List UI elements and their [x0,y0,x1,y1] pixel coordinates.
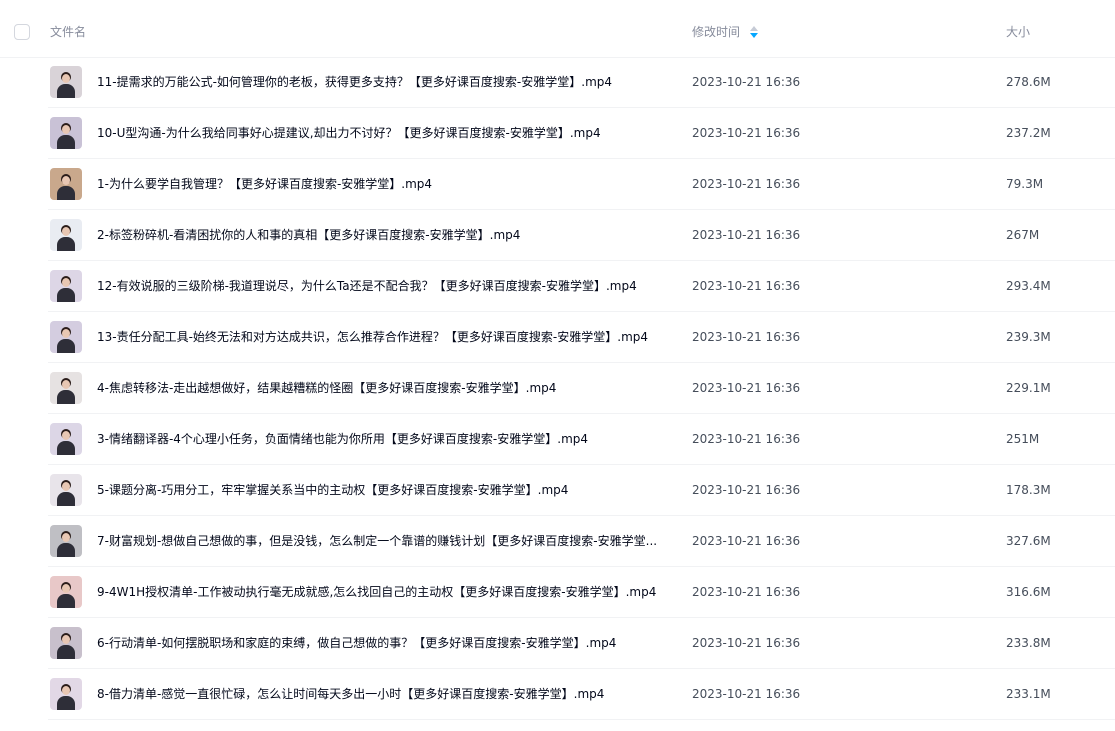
video-thumbnail[interactable] [50,576,82,608]
file-size: 267M [1006,228,1040,242]
video-thumbnail[interactable] [50,627,82,659]
file-name[interactable]: 6-行动清单-如何摆脱职场和家庭的束缚，做自己想做的事？【更多好课百度搜索-安雅… [97,634,663,652]
file-size: 233.8M [1006,636,1051,650]
file-size: 316.6M [1006,585,1051,599]
file-list: 文件名 修改时间 大小 11-提需求的万能公式-如何管理你的老板，获得更多支持？… [0,0,1115,731]
file-row[interactable]: 7-财富规划-想做自己想做的事，但是没钱，怎么制定一个靠谱的赚钱计划【更多好课百… [48,516,1115,567]
name-column-header[interactable]: 文件名 [50,24,86,40]
file-row[interactable]: 8-借力清单-感觉一直很忙碌，怎么让时间每天多出一小时【更多好课百度搜索-安雅学… [48,669,1115,720]
file-name[interactable]: 3-情绪翻译器-4个心理小任务，负面情绪也能为你所用【更多好课百度搜索-安雅学堂… [97,430,663,448]
file-row[interactable]: 11-提需求的万能公式-如何管理你的老板，获得更多支持？【更多好课百度搜索-安雅… [48,57,1115,108]
file-row[interactable]: 2-标签粉碎机-看清困扰你的人和事的真相【更多好课百度搜索-安雅学堂】.mp4 2… [48,210,1115,261]
file-row[interactable]: 5-课题分离-巧用分工，牢牢掌握关系当中的主动权【更多好课百度搜索-安雅学堂】.… [48,465,1115,516]
video-thumbnail[interactable] [50,168,82,200]
file-modified-time: 2023-10-21 16:36 [692,636,801,650]
file-size: 327.6M [1006,534,1051,548]
select-all-checkbox[interactable] [14,24,30,40]
file-modified-time: 2023-10-21 16:36 [692,177,801,191]
file-name[interactable]: 2-标签粉碎机-看清困扰你的人和事的真相【更多好课百度搜索-安雅学堂】.mp4 [97,226,663,244]
file-row[interactable]: 1-为什么要学自我管理？【更多好课百度搜索-安雅学堂】.mp4 2023-10-2… [48,159,1115,210]
file-size: 79.3M [1006,177,1044,191]
size-column-header[interactable]: 大小 [1006,24,1030,40]
video-thumbnail[interactable] [50,117,82,149]
file-size: 251M [1006,432,1040,446]
file-modified-time: 2023-10-21 16:36 [692,585,801,599]
file-name[interactable]: 10-U型沟通-为什么我给同事好心提建议,却出力不讨好？【更多好课百度搜索-安雅… [97,124,663,142]
file-name[interactable]: 8-借力清单-感觉一直很忙碌，怎么让时间每天多出一小时【更多好课百度搜索-安雅学… [97,685,663,703]
file-name[interactable]: 5-课题分离-巧用分工，牢牢掌握关系当中的主动权【更多好课百度搜索-安雅学堂】.… [97,481,663,499]
file-size: 278.6M [1006,75,1051,89]
file-size: 239.3M [1006,330,1051,344]
file-modified-time: 2023-10-21 16:36 [692,483,801,497]
file-modified-time: 2023-10-21 16:36 [692,381,801,395]
file-modified-time: 2023-10-21 16:36 [692,279,801,293]
file-size: 237.2M [1006,126,1051,140]
modified-time-column-header[interactable]: 修改时间 [692,24,740,40]
file-modified-time: 2023-10-21 16:36 [692,534,801,548]
video-thumbnail[interactable] [50,66,82,98]
file-name[interactable]: 4-焦虑转移法-走出越想做好，结果越糟糕的怪圈【更多好课百度搜索-安雅学堂】.m… [97,379,663,397]
file-size: 293.4M [1006,279,1051,293]
sort-descending-icon[interactable] [750,26,758,38]
video-thumbnail[interactable] [50,219,82,251]
file-name[interactable]: 12-有效说服的三级阶梯-我道理说尽，为什么Ta还是不配合我？【更多好课百度搜索… [97,277,663,295]
file-row[interactable]: 12-有效说服的三级阶梯-我道理说尽，为什么Ta还是不配合我？【更多好课百度搜索… [48,261,1115,312]
file-size: 233.1M [1006,687,1051,701]
file-row[interactable]: 4-焦虑转移法-走出越想做好，结果越糟糕的怪圈【更多好课百度搜索-安雅学堂】.m… [48,363,1115,414]
video-thumbnail[interactable] [50,270,82,302]
file-modified-time: 2023-10-21 16:36 [692,687,801,701]
video-thumbnail[interactable] [50,678,82,710]
file-size: 178.3M [1006,483,1051,497]
video-thumbnail[interactable] [50,372,82,404]
video-thumbnail[interactable] [50,525,82,557]
video-thumbnail[interactable] [50,321,82,353]
file-name[interactable]: 7-财富规划-想做自己想做的事，但是没钱，怎么制定一个靠谱的赚钱计划【更多好课百… [97,532,663,550]
file-name[interactable]: 9-4W1H授权清单-工作被动执行毫无成就感,怎么找回自己的主动权【更多好课百度… [97,583,663,601]
file-name[interactable]: 13-责任分配工具-始终无法和对方达成共识，怎么推荐合作进程？【更多好课百度搜索… [97,328,663,346]
file-modified-time: 2023-10-21 16:36 [692,75,801,89]
file-row[interactable]: 9-4W1H授权清单-工作被动执行毫无成就感,怎么找回自己的主动权【更多好课百度… [48,567,1115,618]
file-modified-time: 2023-10-21 16:36 [692,432,801,446]
file-row[interactable]: 3-情绪翻译器-4个心理小任务，负面情绪也能为你所用【更多好课百度搜索-安雅学堂… [48,414,1115,465]
file-size: 229.1M [1006,381,1051,395]
list-header: 文件名 修改时间 大小 [0,0,1115,58]
video-thumbnail[interactable] [50,423,82,455]
file-modified-time: 2023-10-21 16:36 [692,330,801,344]
file-modified-time: 2023-10-21 16:36 [692,126,801,140]
file-name[interactable]: 1-为什么要学自我管理？【更多好课百度搜索-安雅学堂】.mp4 [97,175,663,193]
file-row[interactable]: 10-U型沟通-为什么我给同事好心提建议,却出力不讨好？【更多好课百度搜索-安雅… [48,108,1115,159]
video-thumbnail[interactable] [50,474,82,506]
file-row[interactable]: 13-责任分配工具-始终无法和对方达成共识，怎么推荐合作进程？【更多好课百度搜索… [48,312,1115,363]
file-name[interactable]: 11-提需求的万能公式-如何管理你的老板，获得更多支持？【更多好课百度搜索-安雅… [97,73,663,91]
file-modified-time: 2023-10-21 16:36 [692,228,801,242]
file-row[interactable]: 6-行动清单-如何摆脱职场和家庭的束缚，做自己想做的事？【更多好课百度搜索-安雅… [48,618,1115,669]
